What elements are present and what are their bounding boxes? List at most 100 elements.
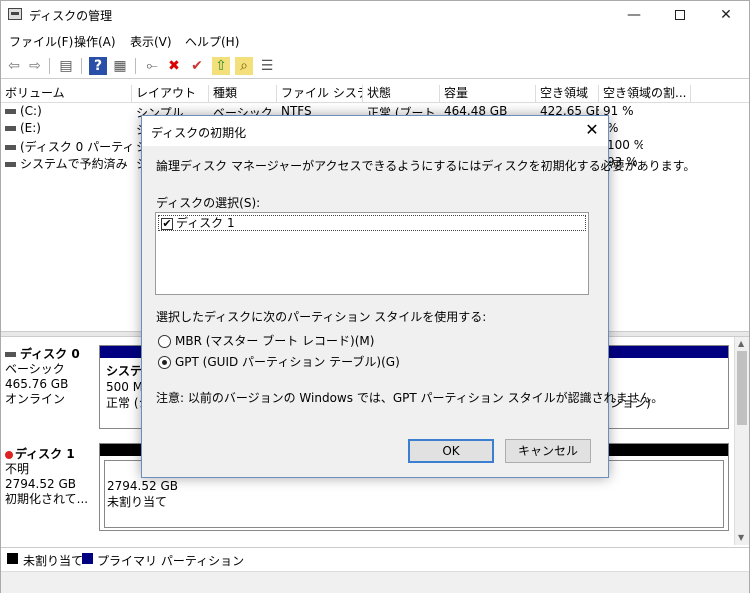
arrow-up-icon[interactable]: ⇧: [212, 57, 230, 75]
column-file-system[interactable]: ファイル システム: [277, 85, 363, 103]
forward-icon[interactable]: ⇨: [26, 57, 44, 75]
volume-name-cell: システムで予約済み: [1, 155, 132, 172]
drive-icon: [5, 126, 16, 131]
drive-icon: [5, 145, 16, 150]
connect-icon[interactable]: ⟜: [143, 57, 161, 75]
menu-help[interactable]: ヘルプ(H): [185, 33, 239, 50]
delete-icon[interactable]: ✖: [165, 57, 183, 75]
disk-select-label: ディスクの選択(S):: [156, 196, 261, 210]
maximize-button[interactable]: [657, 1, 703, 29]
column-status[interactable]: 状態: [363, 85, 440, 103]
column-capacity[interactable]: 容量: [440, 85, 536, 103]
disk-error-icon: [5, 450, 13, 459]
console-tree-icon[interactable]: ▤: [57, 57, 75, 75]
gpt-option[interactable]: GPT (GUID パーティション テーブル)(G): [158, 353, 400, 370]
legend: 未割り当て プライマリ パーティション: [1, 547, 749, 569]
disk-list-item-label: ディスク 1: [176, 216, 235, 230]
help-icon[interactable]: ?: [89, 57, 107, 75]
system-partition-size: 500 MB: [106, 380, 144, 394]
dialog-title-bar: ディスクの初期化 ✕: [142, 116, 608, 146]
disk-pane-scrollbar[interactable]: ▲ ▼: [734, 337, 749, 545]
unallocated-size: 2794.52 GB: [107, 479, 178, 493]
checklist-icon[interactable]: ✔: [188, 57, 206, 75]
disk-0-size: 465.76 GB: [5, 377, 69, 391]
maximize-icon: [675, 10, 685, 20]
toolbar-separator: [81, 58, 82, 74]
status-bar: [1, 571, 749, 593]
window-title: ディスクの管理: [29, 9, 113, 23]
menu-action[interactable]: 操作(A): [74, 33, 116, 50]
volume-name: (C:): [20, 104, 42, 118]
menu-bar: ファイル(F) 操作(A) 表示(V) ヘルプ(H): [1, 31, 749, 51]
ok-button[interactable]: OK: [408, 439, 494, 463]
scrollbar-thumb[interactable]: [737, 351, 747, 425]
toolbar-separator: [49, 58, 50, 74]
volume-name-cell: (E:): [1, 121, 132, 135]
column-free-space[interactable]: 空き領域: [536, 85, 599, 103]
disk-icon: [5, 352, 16, 357]
disk-0-type: ベーシック: [5, 362, 65, 376]
legend-unallocated: 未割り当て: [23, 554, 84, 568]
disk-1-title: ディスク 1: [15, 447, 75, 461]
disk-1-checkbox[interactable]: ✔: [161, 217, 173, 230]
legend-primary: プライマリ パーティション: [97, 554, 245, 568]
compatibility-note: 注意: 以前のバージョンの Windows では、GPT パーティション スタイ…: [156, 391, 664, 405]
disk-management-app-icon: [8, 8, 22, 20]
initialize-disk-dialog: ディスクの初期化 ✕ 論理ディスク マネージャーがアクセスできるようにするにはデ…: [141, 115, 695, 478]
menu-file[interactable]: ファイル(F): [9, 33, 73, 50]
volume-name: (E:): [20, 121, 41, 135]
title-bar: ディスクの管理 — ✕: [1, 1, 749, 29]
mbr-label: MBR (マスター ブート レコード)(M): [175, 334, 375, 348]
disk-list-item[interactable]: ✔ ディスク 1: [158, 215, 586, 231]
unallocated-swatch: [7, 553, 18, 564]
mbr-radio[interactable]: [158, 335, 171, 348]
primary-swatch: [82, 553, 93, 564]
back-icon[interactable]: ⇦: [5, 57, 23, 75]
disk-0-status: オンライン: [5, 392, 66, 406]
volume-name-cell: (C:): [1, 104, 132, 118]
free-percent-cell: %: [607, 121, 619, 135]
cancel-button[interactable]: キャンセル: [505, 439, 591, 463]
gpt-label: GPT (GUID パーティション テーブル)(G): [175, 355, 400, 369]
system-partition-status: 正常 (シ: [106, 396, 144, 410]
disk-1-status: 初期化されて...: [5, 492, 89, 506]
disk-0-title-row: ディスク 0: [5, 347, 95, 362]
disk-1-label[interactable]: ディスク 1 不明 2794.52 GB 初期化されて...: [5, 447, 95, 507]
toolbar-separator: [135, 58, 136, 74]
dialog-title: ディスクの初期化: [151, 126, 247, 140]
volume-name: システムで予約済み: [20, 157, 128, 171]
volume-name-cell: (ディスク 0 パーティシ...: [1, 138, 132, 155]
search-icon[interactable]: ⌕: [235, 57, 253, 75]
disk-select-listbox[interactable]: ✔ ディスク 1: [155, 212, 589, 295]
column-free-percent[interactable]: 空き領域の割...: [599, 85, 691, 103]
close-window-button[interactable]: ✕: [703, 1, 749, 29]
mbr-option[interactable]: MBR (マスター ブート レコード)(M): [158, 332, 374, 349]
disk-0-label[interactable]: ディスク 0 ベーシック 465.76 GB オンライン: [5, 347, 95, 407]
drive-icon: [5, 109, 16, 114]
column-layout[interactable]: レイアウト: [132, 85, 209, 103]
properties-icon[interactable]: ▦: [111, 57, 129, 75]
free-percent-cell: 91 %: [603, 104, 634, 118]
dialog-intro-text: 論理ディスク マネージャーがアクセスできるようにするにはディスクを初期化する必要…: [156, 159, 696, 173]
disk-1-type: 不明: [5, 462, 30, 476]
minimize-button[interactable]: —: [611, 1, 657, 29]
column-type[interactable]: 種類: [209, 85, 277, 103]
volume-list-header: ボリューム レイアウト 種類 ファイル システム 状態 容量 空き領域 空き領域…: [1, 85, 749, 103]
disk-1-size: 2794.52 GB: [5, 477, 76, 491]
dialog-close-button[interactable]: ✕: [582, 120, 602, 139]
disk-0-title: ディスク 0: [20, 347, 80, 361]
partition-style-label: 選択したディスクに次のパーティション スタイルを使用する:: [156, 310, 487, 324]
unallocated-label: 未割り当て: [107, 495, 168, 509]
volume-name: (ディスク 0 パーティシ...: [20, 140, 132, 154]
drive-icon: [5, 162, 16, 167]
scroll-up-icon[interactable]: ▲: [738, 339, 744, 348]
scroll-down-icon[interactable]: ▼: [738, 533, 744, 542]
column-volume[interactable]: ボリューム: [1, 85, 132, 103]
toolbar: ⇦ ⇨ ▤ ? ▦ ⟜ ✖ ✔ ⇧ ⌕ ☰: [1, 53, 749, 79]
free-percent-cell: 100 %: [607, 138, 643, 152]
list-view-icon[interactable]: ☰: [258, 57, 276, 75]
system-partition-title[interactable]: システム: [106, 364, 146, 379]
menu-view[interactable]: 表示(V): [130, 33, 172, 50]
disk-1-title-row: ディスク 1: [5, 447, 95, 462]
gpt-radio[interactable]: [158, 356, 171, 369]
